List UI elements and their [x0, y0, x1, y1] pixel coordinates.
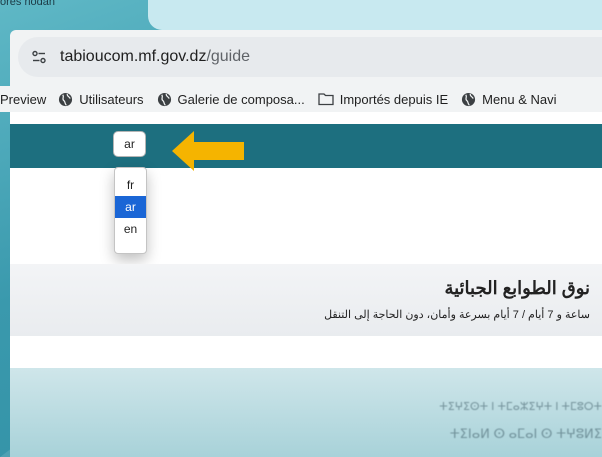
bookmark-folder-ie[interactable]: Importés depuis IE	[318, 92, 448, 107]
globe-icon	[58, 92, 73, 107]
language-option-fr[interactable]: fr	[115, 174, 146, 196]
hero-subtitle: ساعة و 7 أيام / 7 أيام بسرعة وأمان، دون …	[324, 309, 590, 321]
web-page: ar fr ar en نوق الطوابع الجبائية ساعة و …	[10, 112, 602, 457]
globe-icon	[461, 92, 476, 107]
bookmark-label: Preview	[0, 91, 47, 107]
bookmark-label: Utilisateurs	[79, 91, 144, 107]
bookmark-preview[interactable]: Preview	[0, 92, 46, 107]
bookmarks-bar: Preview Utilisateurs Galerie de composa.…	[0, 86, 602, 112]
site-header	[10, 124, 602, 168]
bookmark-label: Galerie de composa...	[177, 91, 305, 107]
hero-section: نوق الطوابع الجبائية ساعة و 7 أيام / 7 أ…	[10, 264, 602, 336]
bookmark-galerie[interactable]: Galerie de composa...	[157, 92, 305, 107]
bookmark-menu-navi[interactable]: Menu & Navi	[461, 91, 557, 107]
language-select-value: ar	[124, 137, 135, 151]
bookmark-utilisateurs[interactable]: Utilisateurs	[58, 91, 144, 107]
site-info-icon[interactable]	[26, 44, 52, 70]
pointer-arrow-icon	[170, 129, 246, 178]
blurred-text-line: ⵜⵉⵏⴰⵍ ⵙ ⴰⵎⴰⵏ ⵙ ⵜⵖⵓⵍⵉ	[449, 426, 602, 441]
hero-title: نوق الطوابع الجبائية	[444, 278, 590, 298]
language-select[interactable]: ar	[113, 131, 146, 157]
blurred-banner: ⵜⵉⵖⵉⵙⵜ ⵏ ⵜⵎⴰⵣⵉⵖⵜ ⵏ ⵜⵎⵓⵔⵜ ⵜⵉⵏⴰⵍ ⵙ ⴰⵎⴰⵏ ⵙ …	[10, 368, 602, 457]
bookmark-label: Menu & Navi	[482, 91, 557, 107]
active-tab[interactable]	[148, 0, 602, 30]
tab-strip: ores riodan	[0, 0, 602, 30]
bookmark-label: Importés depuis IE	[339, 91, 449, 107]
globe-icon	[157, 92, 172, 107]
previous-tab-label[interactable]: ores riodan	[0, 0, 55, 10]
url-domain: tabioucom.mf.gov.dz	[60, 48, 207, 65]
address-bar[interactable]: tabioucom.mf.gov.dz/guide	[18, 37, 602, 77]
browser-toolbar: tabioucom.mf.gov.dz/guide	[10, 30, 602, 86]
url-path: /guide	[206, 48, 251, 65]
blurred-text-line: ⵜⵉⵖⵉⵙⵜ ⵏ ⵜⵎⴰⵣⵉⵖⵜ ⵏ ⵜⵎⵓⵔⵜ	[439, 401, 602, 413]
page-top-strip	[10, 112, 602, 124]
folder-icon	[318, 92, 334, 106]
language-dropdown: fr ar en	[114, 167, 147, 254]
url-text[interactable]: tabioucom.mf.gov.dz/guide	[60, 48, 250, 66]
language-option-en[interactable]: en	[115, 218, 146, 240]
language-option-ar[interactable]: ar	[115, 196, 146, 218]
